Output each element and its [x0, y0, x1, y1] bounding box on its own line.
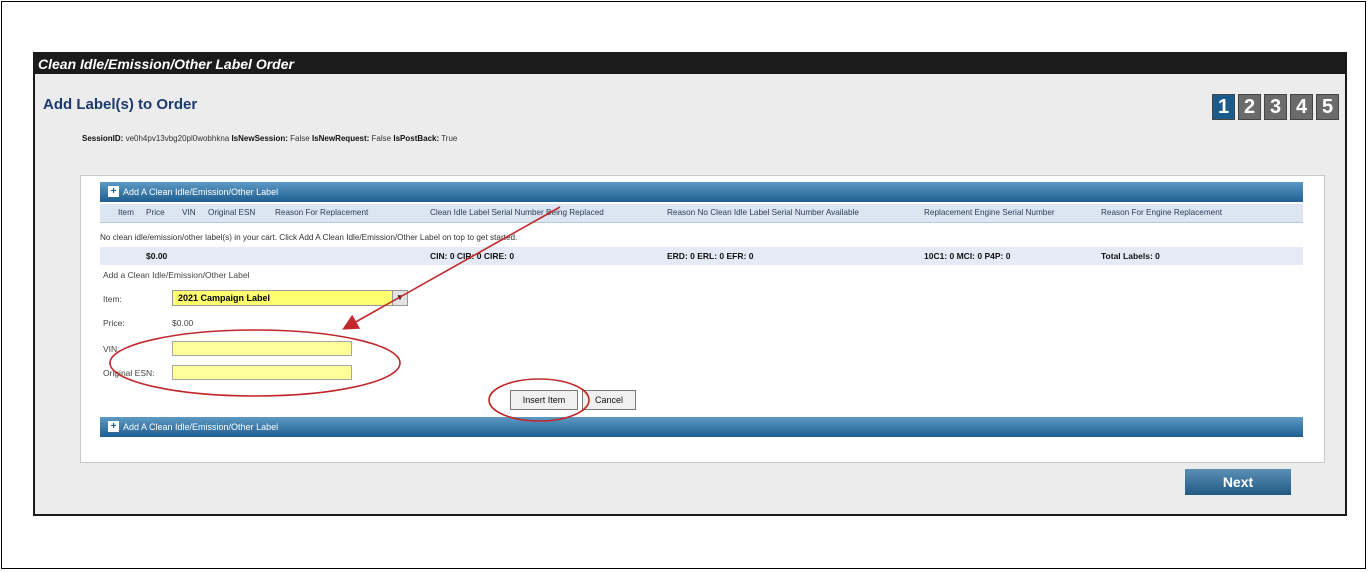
totals-row: $0.00 CIN: 0 CIR: 0 CIRE: 0 ERD: 0 ERL: …	[100, 247, 1303, 265]
price-label: Price:	[103, 318, 125, 328]
item-select[interactable]: 2021 Campaign Label ▼	[172, 290, 408, 306]
page-title: Add Label(s) to Order	[43, 96, 198, 113]
col-reason-engine-replacement[interactable]: Reason For Engine Replacement	[1101, 208, 1222, 217]
insert-item-button[interactable]: Insert Item	[510, 390, 578, 410]
session-info: SessionID: ve0h4pv13vbg20pl0wobhkna IsNe…	[82, 134, 457, 143]
cancel-button[interactable]: Cancel	[582, 390, 636, 410]
step-3[interactable]: 3	[1264, 94, 1287, 120]
form-title: Add a Clean Idle/Emission/Other Label	[103, 270, 250, 280]
add-label-header-bottom[interactable]: + Add A Clean Idle/Emission/Other Label	[100, 417, 1303, 437]
total-price: $0.00	[146, 251, 168, 261]
plus-icon: +	[108, 186, 119, 197]
add-label-link-top[interactable]: Add A Clean Idle/Emission/Other Label	[123, 187, 278, 197]
total-cin: CIN: 0 CIR: 0 CIRE: 0	[430, 251, 515, 261]
new-request-label: IsNewRequest:	[311, 134, 370, 143]
col-vin[interactable]: VIN	[182, 208, 196, 217]
new-request-value: False	[371, 134, 392, 143]
empty-cart-message: No clean idle/emission/other label(s) in…	[100, 233, 518, 242]
step-4[interactable]: 4	[1290, 94, 1313, 120]
next-button[interactable]: Next	[1185, 469, 1291, 495]
postback-value: True	[441, 134, 458, 143]
col-label-serial-replaced[interactable]: Clean Idle Label Serial Number Being Rep…	[430, 208, 604, 217]
step-2[interactable]: 2	[1238, 94, 1261, 120]
col-price[interactable]: Price	[146, 208, 165, 217]
total-10c1: 10C1: 0 MCI: 0 P4P: 0	[924, 251, 1011, 261]
new-session-value: False	[290, 134, 310, 143]
col-reason-no-serial[interactable]: Reason No Clean Idle Label Serial Number…	[667, 208, 859, 217]
plus-icon: +	[108, 421, 119, 432]
col-replacement-engine-serial[interactable]: Replacement Engine Serial Number	[924, 208, 1055, 217]
step-1[interactable]: 1	[1212, 94, 1235, 120]
vin-input[interactable]	[172, 341, 352, 356]
new-session-label: IsNewSession:	[231, 134, 288, 143]
add-label-header-top[interactable]: + Add A Clean Idle/Emission/Other Label	[100, 182, 1303, 202]
step-indicator: 1 2 3 4 5	[1212, 94, 1339, 120]
item-select-value: 2021 Campaign Label	[178, 293, 271, 303]
session-id-value: ve0h4pv13vbg20pl0wobhkna	[125, 134, 230, 143]
add-label-link-bottom[interactable]: Add A Clean Idle/Emission/Other Label	[123, 422, 278, 432]
step-5[interactable]: 5	[1316, 94, 1339, 120]
esn-label: Original ESN:	[103, 368, 155, 378]
vin-label: VIN:	[103, 344, 120, 354]
col-item[interactable]: Item	[118, 208, 134, 217]
chevron-down-icon[interactable]: ▼	[392, 291, 407, 305]
price-value: $0.00	[172, 318, 194, 328]
total-labels: Total Labels: 0	[1101, 251, 1160, 261]
original-esn-input[interactable]	[172, 365, 352, 380]
col-reason-replacement[interactable]: Reason For Replacement	[275, 208, 368, 217]
grid-column-headers: Item Price VIN Original ESN Reason For R…	[100, 204, 1303, 223]
total-erd: ERD: 0 ERL: 0 EFR: 0	[667, 251, 754, 261]
item-label: Item:	[103, 294, 122, 304]
order-grid-area: + Add A Clean Idle/Emission/Other Label I…	[80, 175, 1323, 461]
postback-label: IsPostBack:	[393, 134, 440, 143]
session-id-label: SessionID:	[82, 134, 124, 143]
col-original-esn[interactable]: Original ESN	[208, 208, 255, 217]
window-title: Clean Idle/Emission/Other Label Order	[35, 54, 1345, 74]
